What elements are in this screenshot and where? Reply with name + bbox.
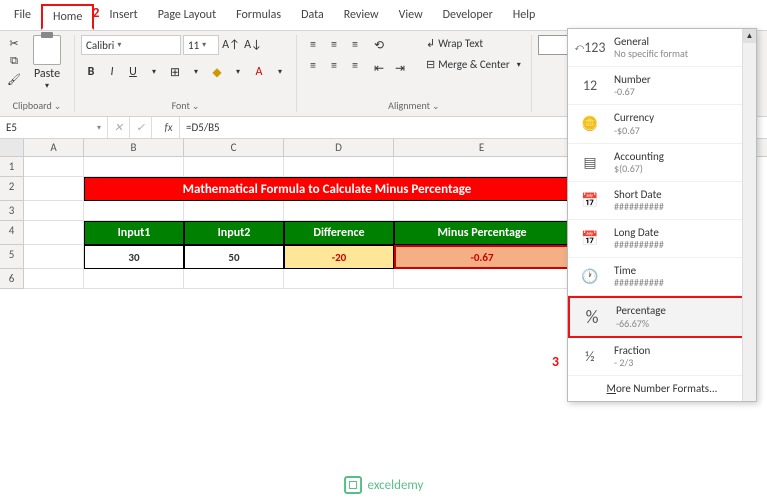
clipboard-icon — [33, 35, 61, 65]
align-right-icon[interactable]: ≡ — [345, 56, 365, 76]
tab-data[interactable]: Data — [291, 4, 334, 30]
general-icon: ⤺123 — [576, 36, 604, 60]
tab-help[interactable]: Help — [503, 4, 546, 30]
font-color-button[interactable]: A — [249, 62, 269, 82]
bold-button[interactable]: B — [81, 62, 101, 82]
format-time[interactable]: 🕐Time########## — [568, 258, 756, 296]
align-bottom-icon[interactable]: ≡ — [345, 35, 365, 55]
number-format-dropdown: ▲ ⤺123GeneralNo specific format 12Number… — [567, 28, 757, 402]
tab-home[interactable]: Home — [41, 4, 94, 30]
more-number-formats[interactable]: More Number Formats... — [568, 376, 756, 401]
increase-indent-icon[interactable]: ⇥ — [390, 58, 410, 78]
cancel-icon[interactable]: ✕ — [108, 117, 130, 138]
align-center-icon[interactable]: ≡ — [324, 56, 344, 76]
tab-page-layout[interactable]: Page Layout — [148, 4, 226, 30]
font-group-label: Font — [81, 97, 290, 112]
format-painter-icon[interactable]: 🖌 — [6, 71, 22, 87]
number-icon: 12 — [576, 74, 604, 98]
clock-icon: 🕐 — [576, 265, 604, 289]
cell-b5[interactable]: 30 — [84, 245, 184, 269]
row-header-6[interactable]: 6 — [0, 269, 24, 289]
font-name-combo[interactable]: Calibri▾ — [81, 35, 181, 55]
alignment-group-label: Alignment — [303, 97, 525, 112]
merge-icon: ⊟ — [426, 58, 435, 71]
clipboard-group-label: Clipboard — [6, 97, 68, 112]
row-header-1[interactable]: 1 — [0, 157, 24, 177]
row-header-2[interactable]: 2 — [0, 177, 24, 201]
col-header-a[interactable]: A — [24, 139, 84, 156]
accounting-icon: ▤ — [576, 150, 604, 174]
exceldemy-logo-icon — [344, 476, 362, 494]
merge-center-button[interactable]: ⊟Merge & Center▾ — [422, 56, 525, 73]
cell-d5[interactable]: -20 — [284, 245, 394, 269]
format-short-date[interactable]: 📅Short Date########## — [568, 182, 756, 220]
align-middle-icon[interactable]: ≡ — [324, 35, 344, 55]
format-long-date[interactable]: 📅Long Date########## — [568, 220, 756, 258]
calendar-icon: 📅 — [576, 188, 604, 212]
align-left-icon[interactable]: ≡ — [303, 56, 323, 76]
annotation-dropdown: 3 — [552, 353, 559, 370]
orientation-icon[interactable]: ⟲ — [369, 35, 389, 55]
format-percentage[interactable]: %Percentage-66.67% — [568, 296, 756, 337]
border-button[interactable]: ⊞ — [165, 62, 185, 82]
paste-label: Paste — [34, 67, 60, 81]
underline-button[interactable]: U — [123, 62, 143, 82]
col-header-c[interactable]: C — [184, 139, 284, 156]
increase-font-icon[interactable]: A↑ — [221, 35, 241, 55]
scroll-up-icon[interactable]: ▲ — [743, 29, 756, 43]
group-font: Calibri▾ 11▾ A↑ A↓ B I U ▾ ⊞ ▾ ◆ ▾ A ▾ F… — [75, 35, 297, 112]
name-box[interactable]: E5▾ — [0, 117, 108, 138]
tab-developer[interactable]: Developer — [433, 4, 503, 30]
italic-button[interactable]: I — [102, 62, 122, 82]
wrap-text-icon: ↲ — [426, 37, 435, 50]
tab-insert[interactable]: Insert — [99, 4, 147, 30]
row-header-4[interactable]: 4 — [0, 221, 24, 245]
watermark: exceldemy — [344, 476, 424, 494]
watermark-text: exceldemy — [368, 478, 424, 493]
col-header-d[interactable]: D — [284, 139, 394, 156]
tab-review[interactable]: Review — [334, 4, 389, 30]
format-currency[interactable]: 🪙Currency-$0.67 — [568, 105, 756, 143]
group-alignment: ≡ ≡ ≡ ≡ ≡ ≡ ⟲ ⇤ ⇥ ↲Wrap Text ⊟Merge & Ce… — [297, 35, 532, 112]
header-difference[interactable]: Difference — [284, 221, 394, 245]
fill-color-button[interactable]: ◆ — [207, 62, 227, 82]
cut-icon[interactable]: ✂ — [6, 35, 22, 51]
select-all-corner[interactable] — [0, 139, 24, 156]
currency-icon: 🪙 — [576, 112, 604, 136]
tab-formulas[interactable]: Formulas — [226, 4, 291, 30]
fx-button[interactable]: fx — [158, 117, 180, 138]
decrease-font-icon[interactable]: A↓ — [243, 35, 263, 55]
ribbon-tabs: File Home 2 Insert Page Layout Formulas … — [0, 0, 767, 31]
copy-icon[interactable]: ⧉ — [6, 53, 22, 69]
paste-button[interactable]: Paste ▾ — [26, 35, 68, 91]
wrap-text-button[interactable]: ↲Wrap Text — [422, 35, 525, 52]
fraction-icon: ½ — [576, 344, 604, 368]
header-input2[interactable]: Input2 — [184, 221, 284, 245]
font-size-combo[interactable]: 11▾ — [183, 35, 219, 55]
header-input1[interactable]: Input1 — [84, 221, 184, 245]
format-general[interactable]: ⤺123GeneralNo specific format — [568, 29, 756, 67]
col-header-e[interactable]: E — [394, 139, 570, 156]
decrease-indent-icon[interactable]: ⇤ — [369, 58, 389, 78]
row-header-3[interactable]: 3 — [0, 201, 24, 221]
align-top-icon[interactable]: ≡ — [303, 35, 323, 55]
row-header-5[interactable]: 5 — [0, 245, 24, 269]
format-accounting[interactable]: ▤Accounting$(0.67) — [568, 144, 756, 182]
title-banner[interactable]: Mathematical Formula to Calculate Minus … — [84, 177, 570, 201]
cell-c5[interactable]: 50 — [184, 245, 284, 269]
group-clipboard: ✂ ⧉ 🖌 Paste ▾ Clipboard — [0, 35, 75, 112]
calendar-icon: 📅 — [576, 227, 604, 251]
tab-view[interactable]: View — [389, 4, 433, 30]
enter-icon[interactable]: ✓ — [130, 117, 152, 138]
cell-e5-selected[interactable]: -0.67 — [394, 245, 570, 269]
format-fraction[interactable]: ½Fraction- 2/3 — [568, 338, 756, 376]
percent-icon: % — [578, 305, 606, 329]
format-number[interactable]: 12Number-0.67 — [568, 67, 756, 105]
col-header-b[interactable]: B — [84, 139, 184, 156]
header-minus-percentage[interactable]: Minus Percentage — [394, 221, 570, 245]
tab-file[interactable]: File — [4, 4, 41, 30]
